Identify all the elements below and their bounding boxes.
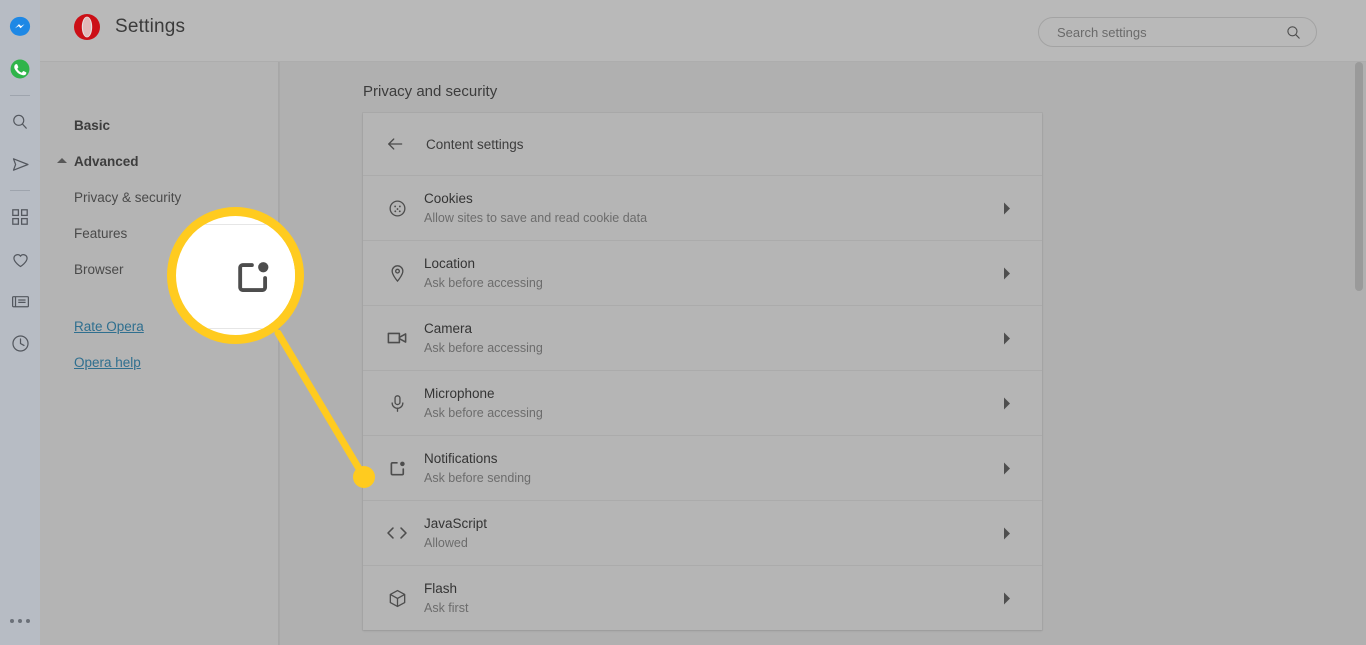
chevron-up-icon[interactable] (57, 158, 67, 163)
magnified-row-text: Notifications Ask before sending (293, 249, 295, 305)
list-item-text: Microphone Ask before accessing (424, 385, 1003, 422)
magnified-row-subtitle: Ask before sending (293, 279, 295, 305)
code-brackets-icon (384, 522, 410, 544)
magnifier-callout: Notifications Ask before sending (167, 207, 304, 344)
list-item-subtitle: Allowed (424, 535, 468, 550)
list-item-subtitle: Allow sites to save and read cookie data (424, 210, 648, 225)
sidebar-item-privacy-security[interactable]: Privacy & security (74, 190, 181, 205)
list-item[interactable]: Location Ask before accessing (363, 240, 1042, 305)
list-item-subtitle: Ask before accessing (424, 275, 543, 290)
sidebar-item-browser[interactable]: Browser (74, 262, 124, 277)
list-item[interactable]: JavaScript Allowed (363, 500, 1042, 565)
list-item-title: Microphone (424, 385, 495, 401)
list-item[interactable]: Microphone Ask before accessing (363, 370, 1042, 435)
notifications-icon (384, 458, 410, 479)
callout-target-dot (353, 466, 375, 488)
list-item-text: Cookies Allow sites to save and read coo… (424, 190, 1003, 227)
magnified-notifications-row: Notifications Ask before sending (192, 224, 295, 329)
microphone-icon (384, 393, 410, 414)
list-item-text: Location Ask before accessing (424, 255, 1003, 292)
messenger-icon[interactable] (0, 6, 40, 48)
chevron-right-icon[interactable] (1003, 332, 1011, 345)
whatsapp-icon[interactable] (0, 48, 40, 90)
chevron-right-icon[interactable] (1003, 527, 1011, 540)
search-settings-box[interactable] (1038, 17, 1317, 47)
chevron-right-icon[interactable] (1003, 267, 1011, 280)
brand: Settings (73, 13, 185, 41)
list-item-text: JavaScript Allowed (424, 515, 1003, 552)
list-item-subtitle: Ask before accessing (424, 340, 543, 355)
news-icon[interactable] (0, 280, 40, 322)
magnifier-viewport: Notifications Ask before sending (176, 216, 295, 335)
history-clock-icon[interactable] (0, 322, 40, 364)
opera-logo (74, 14, 100, 40)
settings-top-bar: Settings (40, 0, 1366, 62)
page-title-settings: Settings (115, 16, 186, 37)
rail-divider (10, 95, 30, 96)
list-item[interactable]: Camera Ask before accessing (363, 305, 1042, 370)
card-header-title: Content settings (426, 136, 524, 152)
magnified-row-title: Notifications (293, 249, 295, 275)
apps-grid-icon[interactable] (0, 196, 40, 238)
back-arrow-icon[interactable] (383, 132, 407, 156)
location-pin-icon (384, 263, 410, 284)
more-options-icon[interactable] (10, 619, 30, 623)
vertical-scrollbar-thumb[interactable] (1355, 62, 1363, 291)
sidebar-item-features[interactable]: Features (74, 226, 127, 241)
list-item-title: Flash (424, 580, 458, 596)
list-item-subtitle: Ask first (424, 600, 469, 615)
link-rate-opera[interactable]: Rate Opera (74, 319, 144, 334)
chevron-right-icon[interactable] (1003, 202, 1011, 215)
notifications-icon (231, 255, 275, 299)
content-heading: Privacy and security (363, 83, 498, 100)
list-item-title: Cookies (424, 190, 473, 206)
list-item-title: Location (424, 255, 476, 271)
search-input[interactable] (1039, 18, 1285, 46)
rail-divider (10, 190, 30, 191)
card-header: Content settings (363, 113, 1042, 175)
list-item[interactable]: Flash Ask first (363, 565, 1042, 630)
link-opera-help[interactable]: Opera help (74, 355, 141, 370)
list-item-subtitle: Ask before sending (424, 470, 532, 485)
list-item-title: Camera (424, 320, 473, 336)
chevron-right-icon[interactable] (1003, 462, 1011, 475)
list-item-subtitle: Ask before accessing (424, 405, 543, 420)
list-item-text: Camera Ask before accessing (424, 320, 1003, 357)
sidebar-item-basic[interactable]: Basic (74, 118, 110, 133)
camera-icon (384, 327, 410, 349)
settings-nav: Basic Advanced Privacy & security Featur… (40, 62, 279, 645)
list-item-title: JavaScript (424, 515, 488, 531)
list-item-text: Notifications Ask before sending (424, 450, 1003, 487)
content-settings-card: Content settings Cookies Allow sites to … (363, 113, 1042, 630)
chevron-right-icon[interactable] (1003, 592, 1011, 605)
flash-cube-icon (384, 588, 410, 609)
list-item-text: Flash Ask first (424, 580, 1003, 617)
telegram-send-icon[interactable] (0, 143, 40, 185)
list-item[interactable]: Cookies Allow sites to save and read coo… (363, 175, 1042, 240)
search-icon[interactable] (0, 101, 40, 143)
opera-sidebar-rail (0, 0, 40, 645)
cookie-icon (384, 198, 410, 219)
heart-icon[interactable] (0, 238, 40, 280)
list-item-notifications[interactable]: Notifications Ask before sending (363, 435, 1042, 500)
chevron-right-icon[interactable] (1003, 397, 1011, 410)
search-icon[interactable] (1285, 24, 1302, 41)
settings-content: Privacy and security Content settings Co… (280, 62, 1366, 645)
list-item-title: Notifications (424, 450, 498, 466)
sidebar-item-advanced[interactable]: Advanced (74, 154, 139, 169)
opera-settings-window: Settings Basic Advanced Privacy & securi… (0, 0, 1366, 645)
